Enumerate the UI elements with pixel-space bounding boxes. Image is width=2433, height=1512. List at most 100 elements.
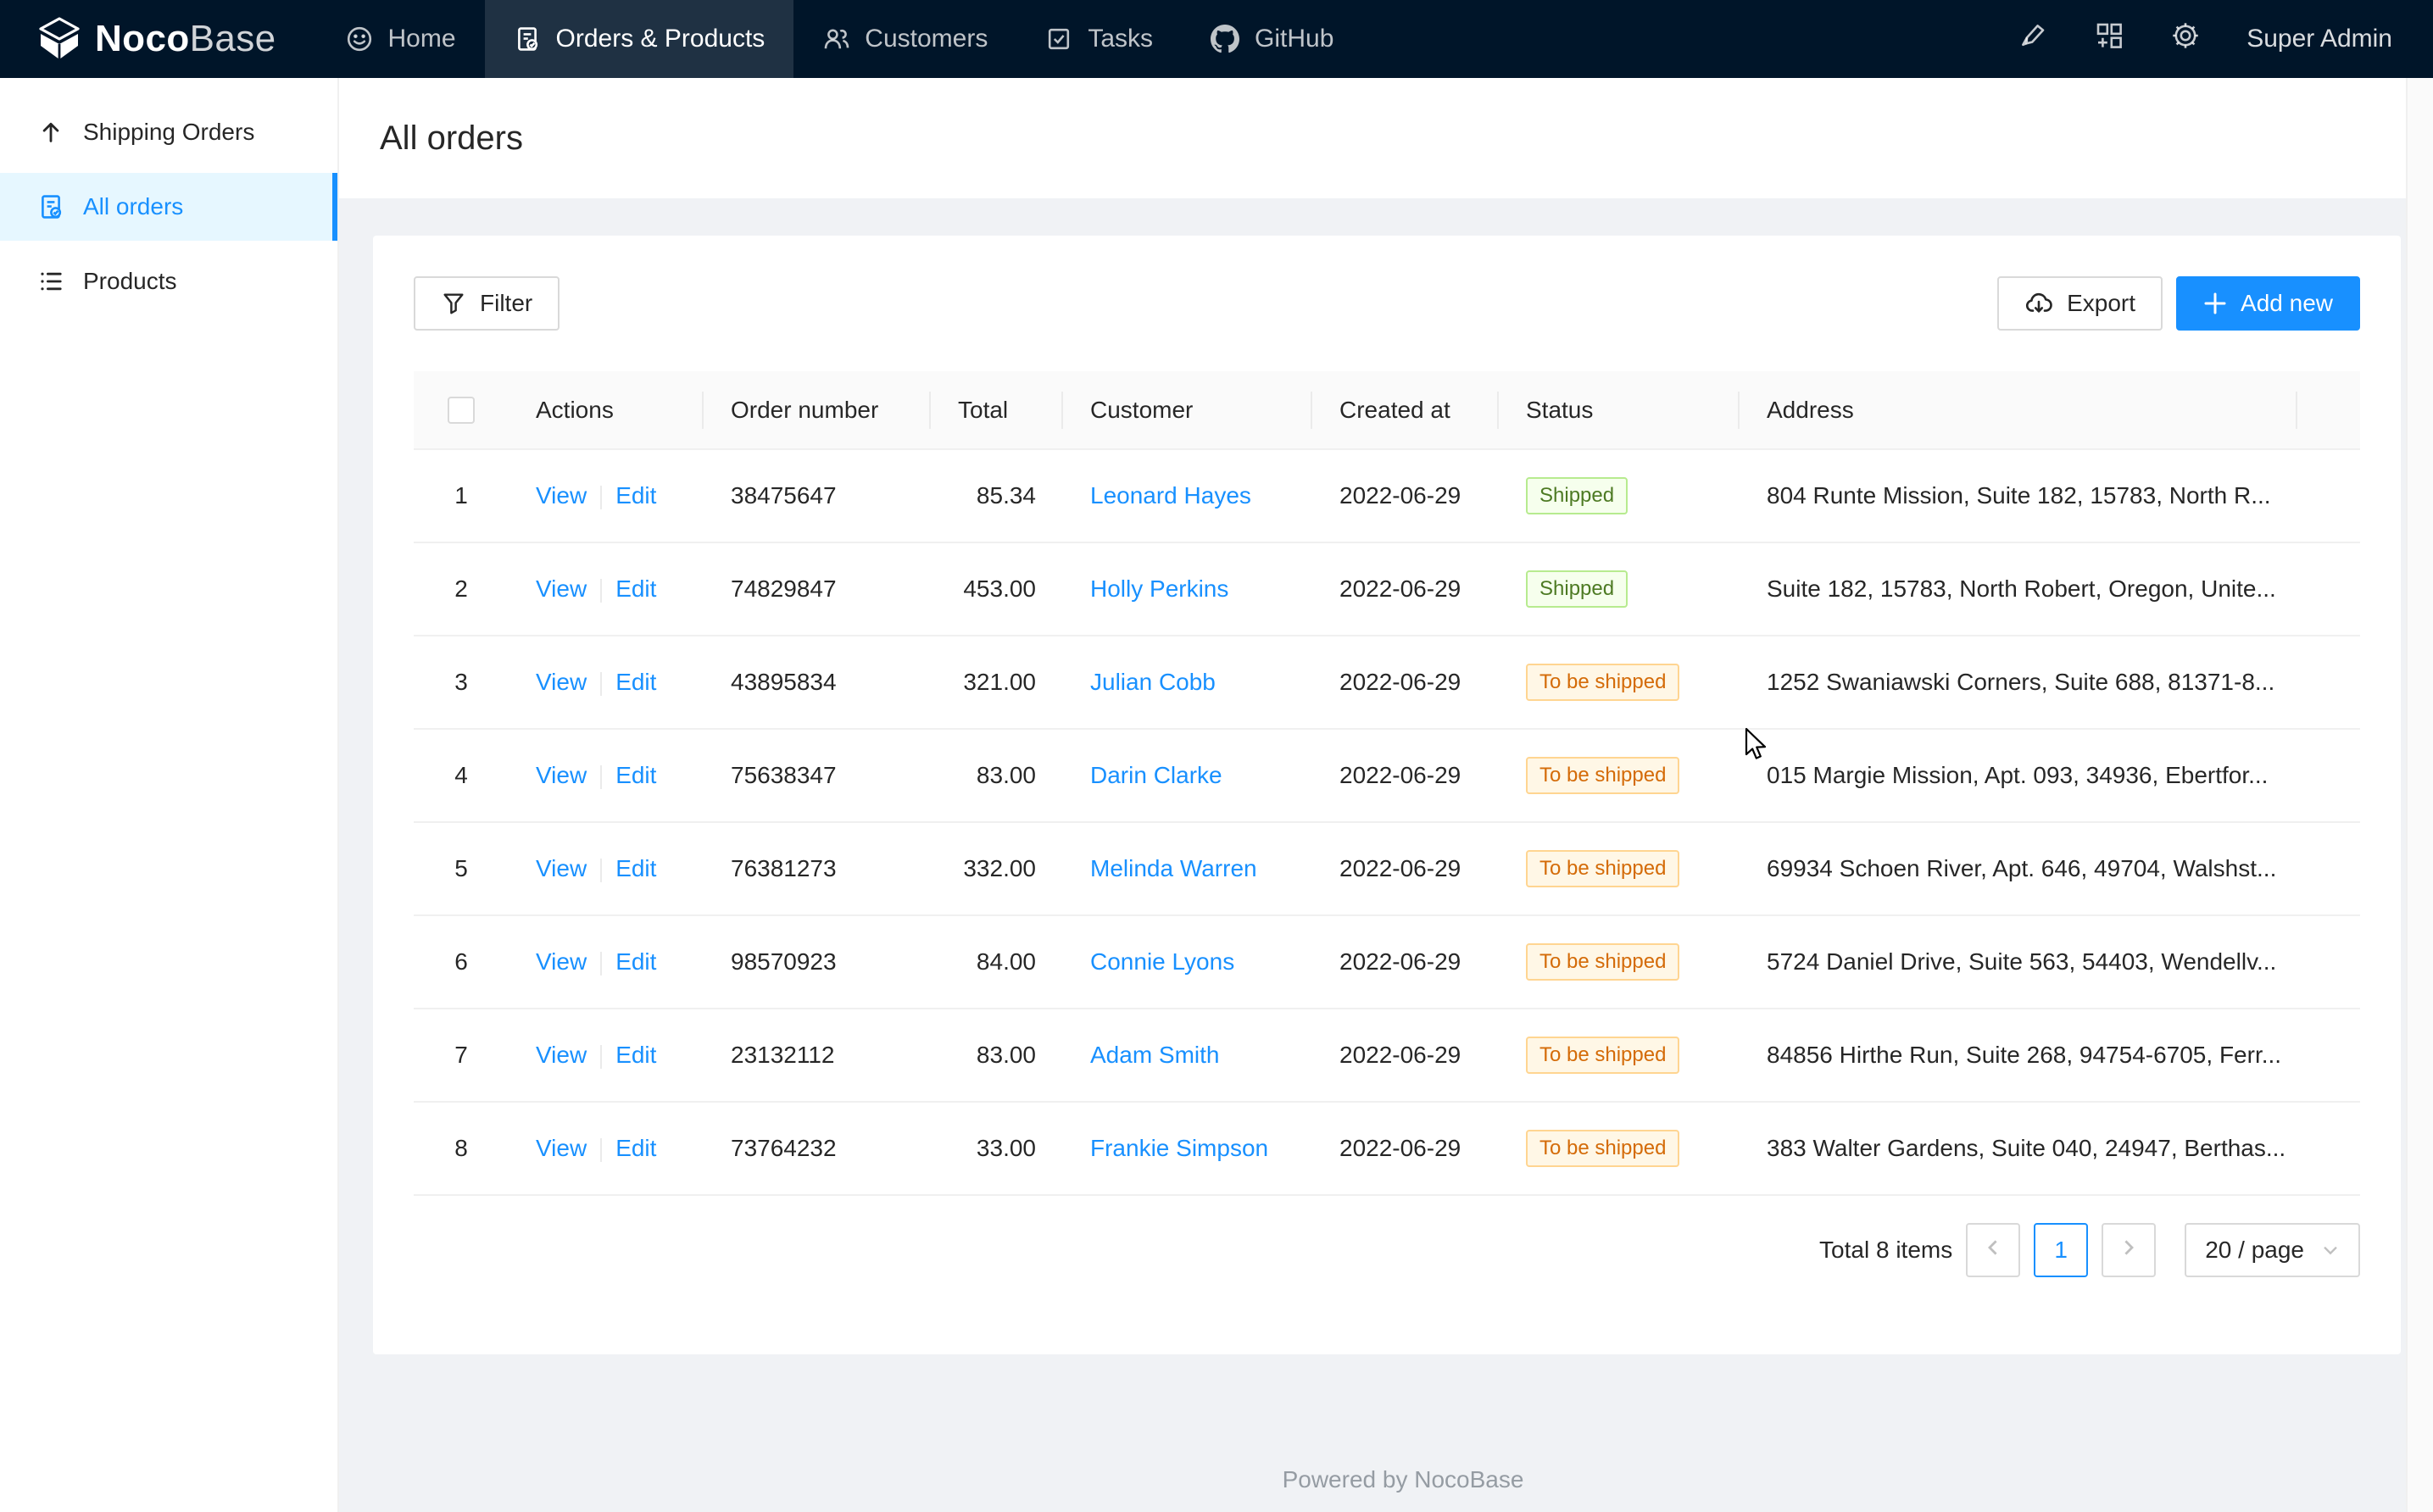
edit-link[interactable]: Edit [615, 1042, 656, 1068]
brand-part2: Base [190, 18, 276, 59]
sidebar-item-products[interactable]: Products [0, 247, 337, 315]
team-icon [822, 25, 849, 53]
settings-button[interactable] [2170, 20, 2201, 58]
edit-link[interactable]: Edit [615, 1135, 656, 1161]
customer-cell: Adam Smith [1063, 1009, 1312, 1102]
select-all-checkbox[interactable] [448, 397, 475, 424]
table-row: 7 ViewEdit 23132112 83.00 Adam Smith 202… [414, 1009, 2360, 1102]
view-link[interactable]: View [536, 855, 587, 881]
row-actions: View Edit [509, 822, 704, 915]
customer-link[interactable]: Frankie Simpson [1090, 1135, 1268, 1161]
stub-cell [2297, 636, 2360, 729]
address-cell: 804 Runte Mission, Suite 182, 15783, Nor… [1740, 449, 2297, 542]
row-index: 3 [414, 636, 509, 729]
stub-cell [2297, 915, 2360, 1009]
powered-by-footer: Powered by NocoBase [373, 1466, 2433, 1493]
status-badge: To be shipped [1526, 757, 1679, 794]
export-button[interactable]: Export [1997, 276, 2163, 331]
edit-link[interactable]: Edit [615, 575, 656, 602]
ui-editor-button[interactable] [2018, 20, 2048, 58]
tab-orders-products[interactable]: Orders & Products [485, 0, 794, 78]
add-new-button-label: Add new [2241, 290, 2333, 317]
page-size-select[interactable]: 20 / page [2185, 1223, 2360, 1277]
nocobase-logo[interactable]: NocoBase [0, 0, 317, 78]
customer-link[interactable]: Holly Perkins [1090, 575, 1228, 602]
edit-link[interactable]: Edit [615, 948, 656, 975]
sidebar-item-all-orders[interactable]: All orders [0, 173, 337, 241]
customer-cell: Leonard Hayes [1063, 449, 1312, 542]
created-at-cell: 2022-06-29 [1312, 915, 1499, 1009]
status-cell: To be shipped [1499, 1102, 1740, 1195]
page-number-button[interactable]: 1 [2034, 1223, 2088, 1277]
user-menu[interactable]: Super Admin [2246, 25, 2392, 53]
view-link[interactable]: View [536, 482, 587, 509]
next-page-button[interactable] [2102, 1223, 2156, 1277]
row-index: 5 [414, 822, 509, 915]
action-divider [600, 765, 602, 789]
column-header-customer: Customer [1063, 371, 1312, 449]
status-badge: Shipped [1526, 477, 1628, 514]
table-row: 6 ViewEdit 98570923 84.00 Connie Lyons 2… [414, 915, 2360, 1009]
top-navbar: NocoBase Home [0, 0, 2433, 78]
view-link[interactable]: View [536, 948, 587, 975]
edit-link[interactable]: Edit [615, 669, 656, 695]
row-actions: View Edit [509, 1102, 704, 1195]
tab-label: Customers [865, 25, 988, 53]
address-cell: 1252 Swaniawski Corners, Suite 688, 8137… [1740, 636, 2297, 729]
sidebar-item-shipping-orders[interactable]: Shipping Orders [0, 98, 337, 166]
edit-link[interactable]: Edit [615, 855, 656, 881]
customer-cell: Melinda Warren [1063, 822, 1312, 915]
edit-link[interactable]: Edit [615, 762, 656, 788]
status-badge: To be shipped [1526, 664, 1679, 701]
tab-tasks[interactable]: Tasks [1016, 0, 1182, 78]
status-badge: Shipped [1526, 570, 1628, 608]
add-new-button[interactable]: Add new [2176, 276, 2360, 331]
tab-customers[interactable]: Customers [793, 0, 1016, 78]
view-link[interactable]: View [536, 669, 587, 695]
view-link[interactable]: View [536, 575, 587, 602]
address-cell: 84856 Hirthe Run, Suite 268, 94754-6705,… [1740, 1009, 2297, 1102]
total-cell: 85.34 [931, 449, 1063, 542]
sidebar: Shipping Orders All orders Products [0, 78, 339, 1512]
created-at-cell: 2022-06-29 [1312, 449, 1499, 542]
main-area: All orders Filter [339, 78, 2433, 1512]
tab-home[interactable]: Home [317, 0, 485, 78]
plus-icon [2203, 292, 2227, 315]
table-header-row: Actions Order number Total Customer Crea… [414, 371, 2360, 449]
customer-link[interactable]: Adam Smith [1090, 1042, 1220, 1068]
gear-icon [2170, 20, 2201, 58]
table-row: 8 ViewEdit 73764232 33.00 Frankie Simpso… [414, 1102, 2360, 1195]
order-number-cell: 74829847 [704, 542, 931, 636]
address-cell: 5724 Daniel Drive, Suite 563, 54403, Wen… [1740, 915, 2297, 1009]
plugin-blocks-button[interactable] [2094, 20, 2124, 58]
order-number-cell: 76381273 [704, 822, 931, 915]
view-link[interactable]: View [536, 762, 587, 788]
customer-link[interactable]: Leonard Hayes [1090, 482, 1251, 509]
order-number-cell: 98570923 [704, 915, 931, 1009]
total-cell: 332.00 [931, 822, 1063, 915]
tab-github[interactable]: GitHub [1182, 0, 1362, 78]
customer-link[interactable]: Julian Cobb [1090, 669, 1216, 695]
view-link[interactable]: View [536, 1135, 587, 1161]
sidebar-item-label: Shipping Orders [83, 119, 254, 146]
prev-page-button[interactable] [1966, 1223, 2020, 1277]
status-badge: To be shipped [1526, 943, 1679, 981]
row-index: 1 [414, 449, 509, 542]
scrollbar-track[interactable] [2406, 78, 2433, 1512]
stub-cell [2297, 449, 2360, 542]
tab-label: Home [388, 25, 456, 53]
column-header-address: Address [1740, 371, 2297, 449]
action-divider [600, 579, 602, 603]
filter-button-label: Filter [480, 290, 532, 317]
customer-link[interactable]: Darin Clarke [1090, 762, 1222, 788]
view-link[interactable]: View [536, 1042, 587, 1068]
table-row: 3 ViewEdit 43895834 321.00 Julian Cobb 2… [414, 636, 2360, 729]
stub-cell [2297, 1102, 2360, 1195]
filter-button[interactable]: Filter [414, 276, 560, 331]
action-divider [600, 672, 602, 696]
customer-link[interactable]: Connie Lyons [1090, 948, 1234, 975]
customer-link[interactable]: Melinda Warren [1090, 855, 1257, 881]
status-badge: To be shipped [1526, 1130, 1679, 1167]
order-document-icon [37, 193, 64, 220]
edit-link[interactable]: Edit [615, 482, 656, 509]
